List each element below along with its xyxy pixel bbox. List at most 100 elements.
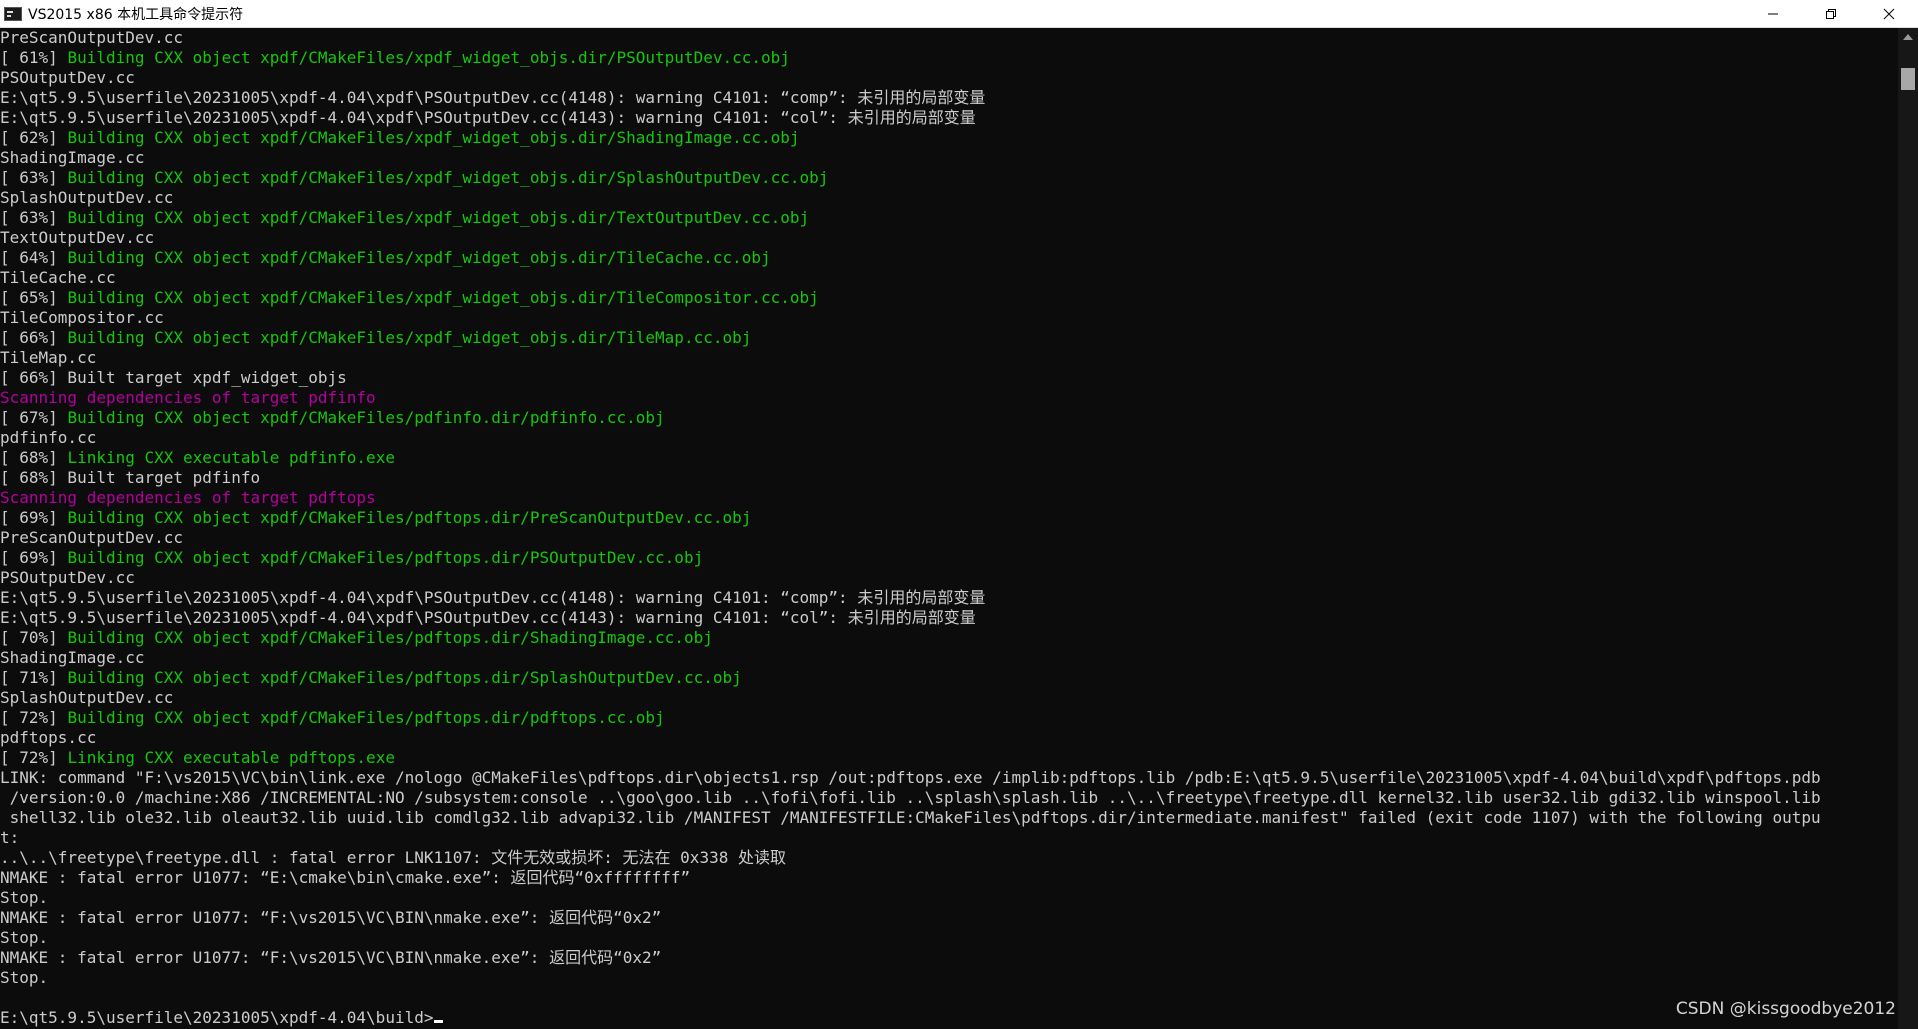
close-button[interactable] bbox=[1860, 0, 1918, 28]
console-text: Stop. bbox=[0, 968, 49, 987]
console-line: ..\..\freetype\freetype.dll : fatal erro… bbox=[0, 848, 1898, 868]
restore-icon bbox=[1826, 9, 1836, 19]
console-text: PSOutputDev.cc bbox=[0, 68, 135, 87]
console-line: NMAKE : fatal error U1077: “F:\vs2015\VC… bbox=[0, 908, 1898, 928]
console-line: [ 68%] Linking CXX executable pdfinfo.ex… bbox=[0, 448, 1898, 468]
console-text: pdfinfo.cc bbox=[0, 428, 97, 447]
console-line: [ 64%] Building CXX object xpdf/CMakeFil… bbox=[0, 248, 1898, 268]
console-text: Building CXX object xpdf/CMakeFiles/xpdf… bbox=[67, 48, 790, 67]
console-text: Building CXX object xpdf/CMakeFiles/xpdf… bbox=[67, 248, 771, 267]
console-line: [ 68%] Built target pdfinfo bbox=[0, 468, 1898, 488]
console-text: E:\qt5.9.5\userfile\20231005\xpdf-4.04\x… bbox=[0, 608, 976, 627]
console-line: NMAKE : fatal error U1077: “F:\vs2015\VC… bbox=[0, 948, 1898, 968]
console-line: PSOutputDev.cc bbox=[0, 568, 1898, 588]
console-text: [ 64%] bbox=[0, 248, 68, 267]
console-text: Building CXX object xpdf/CMakeFiles/xpdf… bbox=[67, 128, 800, 147]
console-text: E:\qt5.9.5\userfile\20231005\xpdf-4.04\b… bbox=[0, 1008, 434, 1027]
console-text: NMAKE : fatal error U1077: “F:\vs2015\VC… bbox=[0, 948, 662, 967]
console-line: TileCache.cc bbox=[0, 268, 1898, 288]
title-bar[interactable]: VS2015 x86 本机工具命令提示符 bbox=[0, 0, 1918, 28]
restore-button[interactable] bbox=[1802, 0, 1860, 28]
console-text: [ 63%] bbox=[0, 208, 68, 227]
console-text: [ 61%] bbox=[0, 48, 68, 67]
console-text: PreScanOutputDev.cc bbox=[0, 528, 184, 547]
console-text: [ 72%] bbox=[0, 708, 68, 727]
console-line: PSOutputDev.cc bbox=[0, 68, 1898, 88]
minimize-button[interactable] bbox=[1744, 0, 1802, 28]
console-text: Building CXX object xpdf/CMakeFiles/pdft… bbox=[67, 708, 665, 727]
console-text: [ 69%] bbox=[0, 508, 68, 527]
console-line: [ 66%] Built target xpdf_widget_objs bbox=[0, 368, 1898, 388]
console-text: Building CXX object xpdf/CMakeFiles/xpdf… bbox=[67, 168, 829, 187]
console-text: NMAKE : fatal error U1077: “E:\cmake\bin… bbox=[0, 868, 691, 887]
console-text: Scanning dependencies of target pdfinfo bbox=[0, 388, 376, 407]
console-text: pdftops.cc bbox=[0, 728, 97, 747]
console-line: pdftops.cc bbox=[0, 728, 1898, 748]
console-line: SplashOutputDev.cc bbox=[0, 688, 1898, 708]
console-text: Building CXX object xpdf/CMakeFiles/pdft… bbox=[67, 508, 752, 527]
console-text: Linking CXX executable pdftops.exe bbox=[67, 748, 395, 767]
console-text: /version:0.0 /machine:X86 /INCREMENTAL:N… bbox=[0, 788, 1821, 807]
console-line: t: bbox=[0, 828, 1898, 848]
console-text: Linking CXX executable pdfinfo.exe bbox=[67, 448, 395, 467]
console-line: LINK: command "F:\vs2015\VC\bin\link.exe… bbox=[0, 768, 1898, 788]
console-line: SplashOutputDev.cc bbox=[0, 188, 1898, 208]
console-text: [ 71%] bbox=[0, 668, 68, 687]
console-text: [ 65%] bbox=[0, 288, 68, 307]
vertical-scrollbar[interactable] bbox=[1898, 28, 1918, 1029]
console-line: Scanning dependencies of target pdfinfo bbox=[0, 388, 1898, 408]
console-line: [ 71%] Building CXX object xpdf/CMakeFil… bbox=[0, 668, 1898, 688]
console-line: E:\qt5.9.5\userfile\20231005\xpdf-4.04\b… bbox=[0, 1008, 1898, 1028]
console-text: [ 68%] bbox=[0, 448, 68, 467]
console-text: E:\qt5.9.5\userfile\20231005\xpdf-4.04\x… bbox=[0, 588, 986, 607]
console-text: ..\..\freetype\freetype.dll : fatal erro… bbox=[0, 848, 786, 867]
console-line: TileMap.cc bbox=[0, 348, 1898, 368]
window-title: VS2015 x86 本机工具命令提示符 bbox=[28, 6, 244, 23]
console-text: [ 68%] Built target pdfinfo bbox=[0, 468, 261, 487]
console-text: TileCompositor.cc bbox=[0, 308, 164, 327]
close-icon bbox=[1883, 8, 1895, 20]
console-text: TileCache.cc bbox=[0, 268, 116, 287]
console-text: PreScanOutputDev.cc bbox=[0, 28, 184, 47]
console-text: shell32.lib ole32.lib oleaut32.lib uuid.… bbox=[0, 808, 1821, 827]
console-text: TileMap.cc bbox=[0, 348, 97, 367]
console-line: [ 72%] Building CXX object xpdf/CMakeFil… bbox=[0, 708, 1898, 728]
console-text: E:\qt5.9.5\userfile\20231005\xpdf-4.04\x… bbox=[0, 88, 986, 107]
console-text: TextOutputDev.cc bbox=[0, 228, 155, 247]
console-line: NMAKE : fatal error U1077: “E:\cmake\bin… bbox=[0, 868, 1898, 888]
console-line: [ 67%] Building CXX object xpdf/CMakeFil… bbox=[0, 408, 1898, 428]
console-line: [ 69%] Building CXX object xpdf/CMakeFil… bbox=[0, 548, 1898, 568]
console-line: Stop. bbox=[0, 928, 1898, 948]
console-line: [ 63%] Building CXX object xpdf/CMakeFil… bbox=[0, 168, 1898, 188]
console-text: LINK: command "F:\vs2015\VC\bin\link.exe… bbox=[0, 768, 1821, 787]
console-line: ShadingImage.cc bbox=[0, 648, 1898, 668]
console-line: E:\qt5.9.5\userfile\20231005\xpdf-4.04\x… bbox=[0, 88, 1898, 108]
console-text: [ 69%] bbox=[0, 548, 68, 567]
console-text: Stop. bbox=[0, 928, 49, 947]
text-cursor bbox=[434, 1020, 444, 1023]
console-text: Stop. bbox=[0, 888, 49, 907]
console-text: E:\qt5.9.5\userfile\20231005\xpdf-4.04\x… bbox=[0, 108, 976, 127]
console-line: [ 65%] Building CXX object xpdf/CMakeFil… bbox=[0, 288, 1898, 308]
console-text: Building CXX object xpdf/CMakeFiles/pdft… bbox=[67, 548, 704, 567]
console-line: [ 61%] Building CXX object xpdf/CMakeFil… bbox=[0, 48, 1898, 68]
console-line: Scanning dependencies of target pdftops bbox=[0, 488, 1898, 508]
console-text: Building CXX object xpdf/CMakeFiles/xpdf… bbox=[67, 208, 810, 227]
console-text: Building CXX object xpdf/CMakeFiles/pdfi… bbox=[67, 408, 665, 427]
scroll-up-arrow-icon[interactable] bbox=[1903, 34, 1913, 40]
console-output[interactable]: PreScanOutputDev.cc[ 61%] Building CXX o… bbox=[0, 28, 1898, 1029]
console-line: [ 62%] Building CXX object xpdf/CMakeFil… bbox=[0, 128, 1898, 148]
console-line: [ 72%] Linking CXX executable pdftops.ex… bbox=[0, 748, 1898, 768]
console-line: E:\qt5.9.5\userfile\20231005\xpdf-4.04\x… bbox=[0, 588, 1898, 608]
console-text: NMAKE : fatal error U1077: “F:\vs2015\VC… bbox=[0, 908, 662, 927]
console-line: E:\qt5.9.5\userfile\20231005\xpdf-4.04\x… bbox=[0, 108, 1898, 128]
console-text: ShadingImage.cc bbox=[0, 148, 145, 167]
console-line: [ 70%] Building CXX object xpdf/CMakeFil… bbox=[0, 628, 1898, 648]
console-line: PreScanOutputDev.cc bbox=[0, 28, 1898, 48]
console-text: Building CXX object xpdf/CMakeFiles/pdft… bbox=[67, 668, 742, 687]
console-line: [ 69%] Building CXX object xpdf/CMakeFil… bbox=[0, 508, 1898, 528]
scrollbar-thumb[interactable] bbox=[1901, 68, 1915, 90]
console-text: SplashOutputDev.cc bbox=[0, 188, 174, 207]
console-text: [ 63%] bbox=[0, 168, 68, 187]
